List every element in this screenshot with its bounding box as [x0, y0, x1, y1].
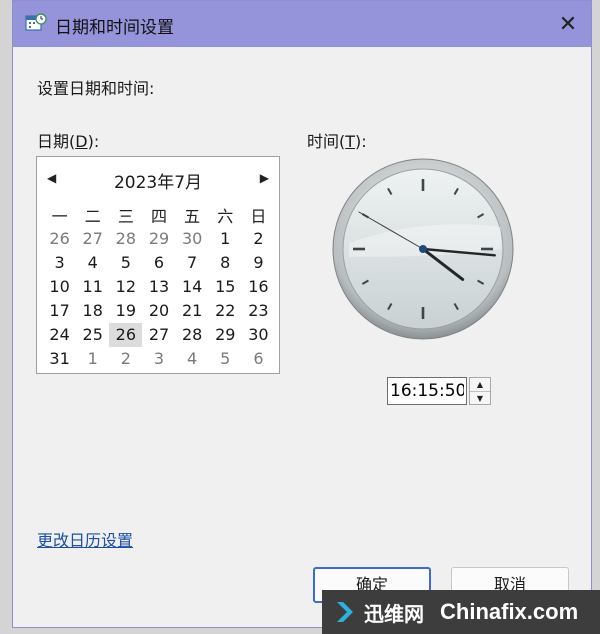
calendar-month-title[interactable]: 2023年7月: [37, 168, 279, 193]
window-title: 日期和时间设置: [55, 18, 174, 38]
change-calendar-settings-link[interactable]: 更改日历设置: [37, 527, 133, 551]
weekday-label: 五: [184, 207, 201, 226]
calendar-day[interactable]: 29: [209, 323, 242, 347]
calendar-day[interactable]: 28: [109, 227, 142, 251]
calendar-day[interactable]: 31: [43, 347, 76, 371]
weekday-label: 三: [117, 207, 134, 226]
calendar-day[interactable]: 3: [142, 347, 175, 371]
calendar-day-selected[interactable]: 26: [109, 323, 143, 347]
calendar-day[interactable]: 30: [176, 227, 209, 251]
calendar-day[interactable]: 4: [76, 251, 109, 275]
calendar-day[interactable]: 7: [176, 251, 209, 275]
calendar-day[interactable]: 4: [176, 347, 209, 371]
weekday-label: 六: [217, 207, 234, 226]
calendar-day[interactable]: 25: [76, 323, 109, 347]
calendar-day[interactable]: 16: [242, 275, 275, 299]
calendar-day[interactable]: 20: [142, 299, 175, 323]
calendar-day[interactable]: 15: [209, 275, 242, 299]
calendar-day[interactable]: 30: [242, 323, 275, 347]
time-label: 时间(T):: [307, 132, 367, 151]
calendar-clock-icon: [25, 13, 47, 31]
calendar-day[interactable]: 13: [142, 275, 175, 299]
calendar-day[interactable]: 22: [209, 299, 242, 323]
calendar-day[interactable]: 29: [142, 227, 175, 251]
calendar-day[interactable]: 19: [109, 299, 142, 323]
month-calendar[interactable]: ◀ 2023年7月 ▶ 一二三四五六日 26 27 28 29 30 1 2 3 4 5 6 7 8 9 1…: [36, 156, 280, 374]
weekday-label: 四: [150, 207, 167, 226]
calendar-day[interactable]: 1: [76, 347, 109, 371]
date-time-dialog: 日期和时间设置 ✕ 设置日期和时间: 日期(D): 时间(T): ◀ 2023年…: [12, 0, 592, 628]
calendar-day[interactable]: 10: [43, 275, 76, 299]
calendar-day[interactable]: 17: [43, 299, 76, 323]
time-input[interactable]: [387, 377, 467, 405]
calendar-day[interactable]: 11: [76, 275, 109, 299]
time-spinner[interactable]: ▲ ▼: [469, 377, 491, 405]
watermark-en: Chinafix.com: [440, 599, 579, 624]
analog-clock: [331, 157, 515, 345]
calendar-day[interactable]: 9: [242, 251, 275, 275]
calendar-day[interactable]: 2: [109, 347, 142, 371]
date-label: 日期(D):: [37, 132, 100, 151]
calendar-day[interactable]: 1: [209, 227, 242, 251]
calendar-day[interactable]: 23: [242, 299, 275, 323]
section-heading: 设置日期和时间:: [37, 79, 155, 98]
weekday-label: 一: [51, 207, 68, 226]
calendar-day[interactable]: 5: [109, 251, 142, 275]
weekday-label: 二: [84, 207, 101, 226]
calendar-day[interactable]: 26: [43, 227, 76, 251]
calendar-day[interactable]: 6: [242, 347, 275, 371]
calendar-day[interactable]: 3: [43, 251, 76, 275]
calendar-day[interactable]: 27: [76, 227, 109, 251]
calendar-day[interactable]: 27: [142, 323, 175, 347]
calendar-day[interactable]: 12: [109, 275, 142, 299]
next-month-button[interactable]: ▶: [260, 171, 269, 185]
watermark-cn: 迅维网: [364, 601, 424, 626]
calendar-day[interactable]: 6: [142, 251, 175, 275]
calendar-day[interactable]: 5: [209, 347, 242, 371]
chinafix-logo-icon: [337, 602, 353, 622]
day-grid: 26 27 28 29 30 1 2 3 4 5 6 7 8 9 10 11 12 13 14 15 16 17 18 19 2…: [43, 227, 275, 371]
calendar-day[interactable]: 21: [176, 299, 209, 323]
weekday-header: 一二三四五六日: [43, 203, 275, 227]
spin-down-button[interactable]: ▼: [470, 392, 490, 405]
calendar-day[interactable]: 28: [176, 323, 209, 347]
calendar-day[interactable]: 14: [176, 275, 209, 299]
calendar-day[interactable]: 8: [209, 251, 242, 275]
close-button[interactable]: ✕: [545, 1, 591, 47]
calendar-day[interactable]: 2: [242, 227, 275, 251]
calendar-day[interactable]: 18: [76, 299, 109, 323]
spin-up-button[interactable]: ▲: [470, 378, 490, 392]
watermark: 迅维网 Chinafix.com: [322, 590, 600, 634]
title-bar: 日期和时间设置 ✕: [13, 1, 591, 47]
calendar-day[interactable]: 24: [43, 323, 76, 347]
weekday-label: 日: [250, 207, 267, 226]
